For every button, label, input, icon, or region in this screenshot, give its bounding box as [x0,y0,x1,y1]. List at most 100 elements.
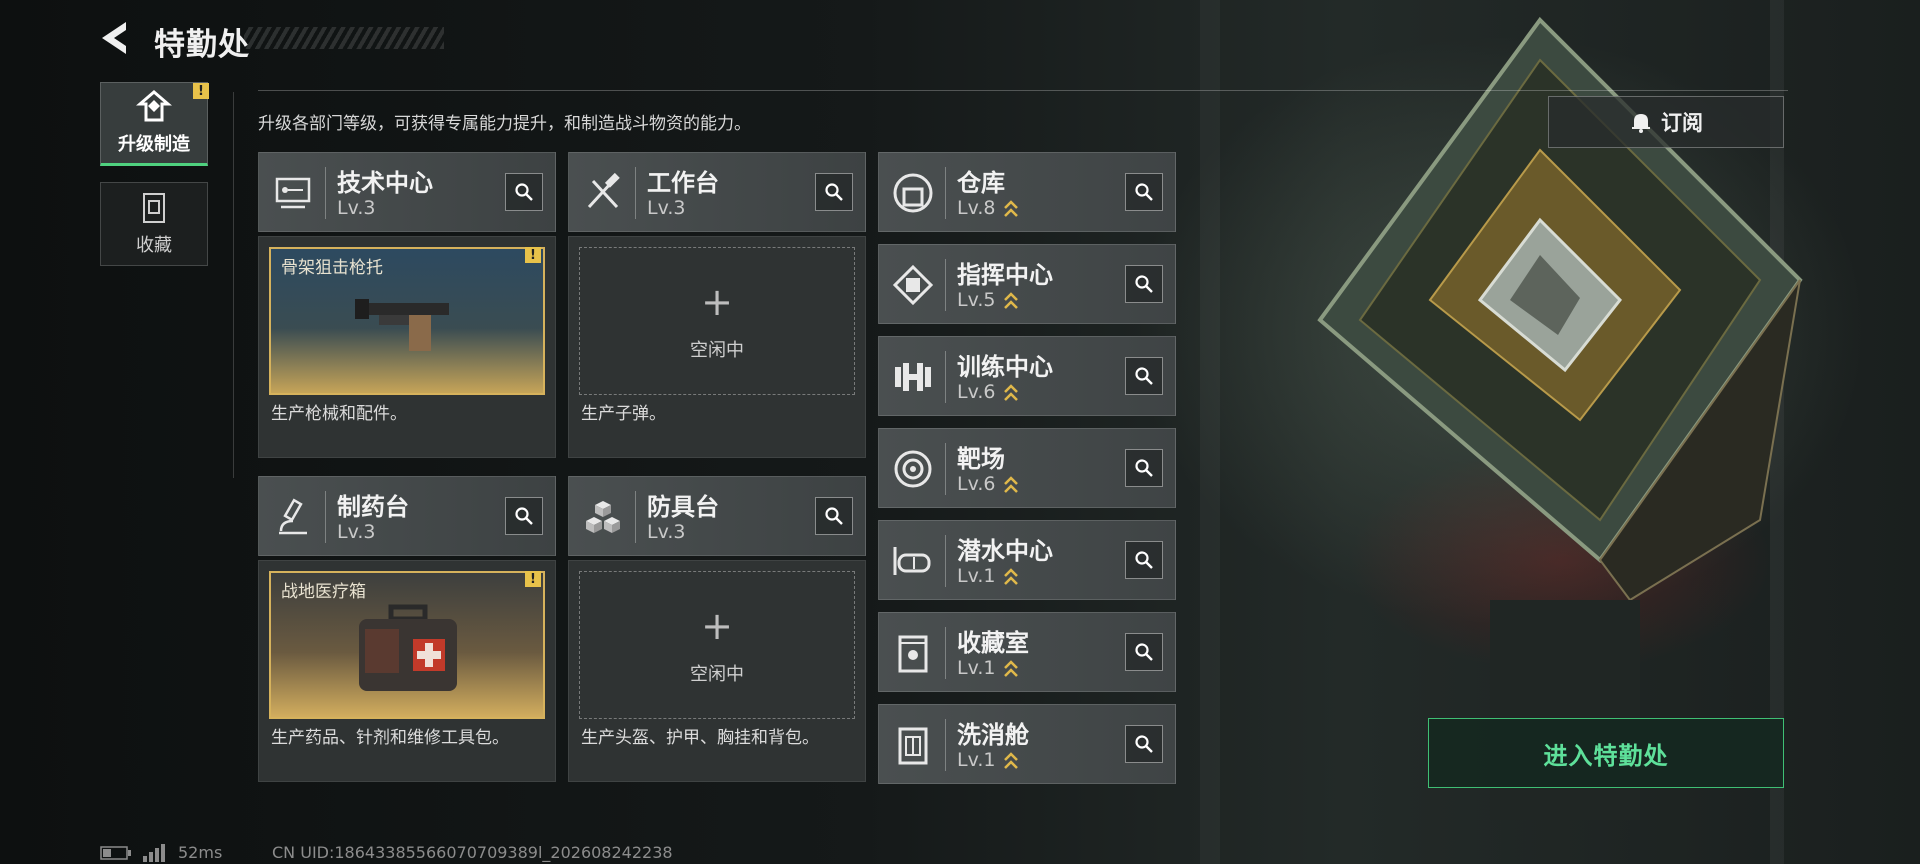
station-body-workbench: + 空闲中 生产子弹。 [568,236,866,458]
subscribe-label: 订阅 [1661,111,1703,135]
crafting-item-name: 战地医疗箱 [281,582,366,602]
facility-level: Lv.6 [957,381,996,403]
facility-diving-center[interactable]: 潜水中心 Lv.1 [878,520,1176,600]
page-title: 特勤处 [154,27,250,63]
station-description: 生产药品、针剂和维修工具包。 [271,728,509,748]
station-name: 制药台 [337,493,409,521]
facility-training-center[interactable]: 训练中心 Lv.6 [878,336,1176,416]
cubes-icon [586,501,620,533]
upgrade-chevron-icon [1004,384,1018,401]
crafting-item-name: 骨架狙击枪托 [281,258,383,278]
facility-name: 训练中心 [957,353,1053,381]
station-header-armor-bench[interactable]: 防具台 Lv.3 [568,476,866,556]
header-divider [258,90,1788,91]
search-icon [1135,367,1153,385]
station-level: Lv.3 [337,197,376,219]
facility-decon-pod[interactable]: 洗消舱 Lv.1 [878,704,1176,784]
station-header-pharmacy[interactable]: 制药台 Lv.3 [258,476,556,556]
bell-icon [1632,114,1650,133]
station-description: 生产子弹。 [581,404,666,424]
crafting-item-card[interactable]: 战地医疗箱 ! [269,571,545,719]
back-arrow-icon[interactable] [96,18,136,58]
idle-craft-slot[interactable]: + 空闲中 [579,247,855,395]
facility-collection-room[interactable]: 收藏室 Lv.1 [878,612,1176,692]
status-bar: 52ms [100,843,222,862]
collection-icon [143,193,165,223]
station-level: Lv.3 [337,521,376,543]
facility-level: Lv.5 [957,289,996,311]
divider [635,167,636,219]
facility-name: 收藏室 [957,629,1029,657]
upgrade-chevron-icon [1004,200,1018,217]
inspect-button[interactable] [815,497,853,535]
inspect-button[interactable] [1125,541,1163,579]
idle-craft-slot[interactable]: + 空闲中 [579,571,855,719]
facility-name: 靶场 [957,445,1005,473]
station-header-workbench[interactable]: 工作台 Lv.3 [568,152,866,232]
station-name: 技术中心 [337,169,433,197]
alert-badge: ! [193,83,209,99]
inspect-button[interactable] [1125,265,1163,303]
facility-level: Lv.8 [957,197,996,219]
divider [945,351,946,403]
facility-name: 洗消舱 [957,721,1029,749]
search-icon [1135,551,1153,569]
upgrade-chevron-icon [1004,568,1018,585]
inspect-button[interactable] [1125,357,1163,395]
divider [945,535,946,587]
inspect-button[interactable] [1125,449,1163,487]
facility-name: 仓库 [957,169,1005,197]
title-decoration [244,27,444,49]
search-icon [825,507,843,525]
sidebar-label-upgrade-craft: 升级制造 [118,134,190,155]
upgrade-icon [136,90,172,122]
station-name: 防具台 [647,493,719,521]
target-icon [894,450,932,488]
search-icon [515,183,533,201]
facility-shooting-range[interactable]: 靶场 Lv.6 [878,428,1176,508]
divider [325,167,326,219]
upgrade-chevron-icon [1004,752,1018,769]
idle-label: 空闲中 [690,340,744,361]
inspect-button[interactable] [505,173,543,211]
display-case-icon [898,635,928,673]
battery-icon [100,845,131,860]
upgrade-chevron-icon [1004,476,1018,493]
inspect-button[interactable] [1125,173,1163,211]
idle-label: 空闲中 [690,664,744,685]
warehouse-icon [893,173,933,213]
inspect-button[interactable] [815,173,853,211]
facility-command-center[interactable]: 指挥中心 Lv.5 [878,244,1176,324]
sidebar-label-collection: 收藏 [136,235,172,256]
subscribe-button[interactable]: 订阅 [1548,96,1784,148]
inspect-button[interactable] [1125,633,1163,671]
chip-icon [892,264,934,306]
station-header-tech-center[interactable]: 技术中心 Lv.3 [258,152,556,232]
sidebar-tab-upgrade-craft[interactable]: 升级制造 ! [100,82,209,166]
facility-warehouse[interactable]: 仓库 Lv.8 [878,152,1176,232]
decon-pod-icon [898,727,928,765]
inspect-button[interactable] [1125,725,1163,763]
station-body-pharmacy: 战地医疗箱 ! 生产药品、针剂和维修工具包。 [258,560,556,782]
search-icon [1135,643,1153,661]
crafting-item-card[interactable]: 骨架狙击枪托 ! [269,247,545,395]
divider [945,719,946,771]
divider [945,627,946,679]
rifle-stock-image [355,299,449,351]
ping-value: 52ms [178,843,223,862]
facility-level: Lv.1 [957,749,996,771]
alert-badge: ! [525,571,541,587]
inspect-button[interactable] [505,497,543,535]
search-icon [515,507,533,525]
search-icon [1135,735,1153,753]
station-body-tech-center: 骨架狙击枪托 ! 生产枪械和配件。 [258,236,556,458]
upgrade-chevron-icon [1004,292,1018,309]
enter-button-label: 进入特勤处 [1543,741,1669,770]
station-description: 生产头盔、护甲、胸挂和背包。 [581,728,819,748]
signal-icon [143,843,165,862]
search-icon [1135,275,1153,293]
sidebar-tab-collection[interactable]: 收藏 [100,182,208,266]
diving-mask-icon [893,547,931,575]
enter-special-ops-button[interactable]: 进入特勤处 [1428,718,1784,788]
user-uid: CN UID:18643385566070709389l_20260824223… [272,843,673,862]
